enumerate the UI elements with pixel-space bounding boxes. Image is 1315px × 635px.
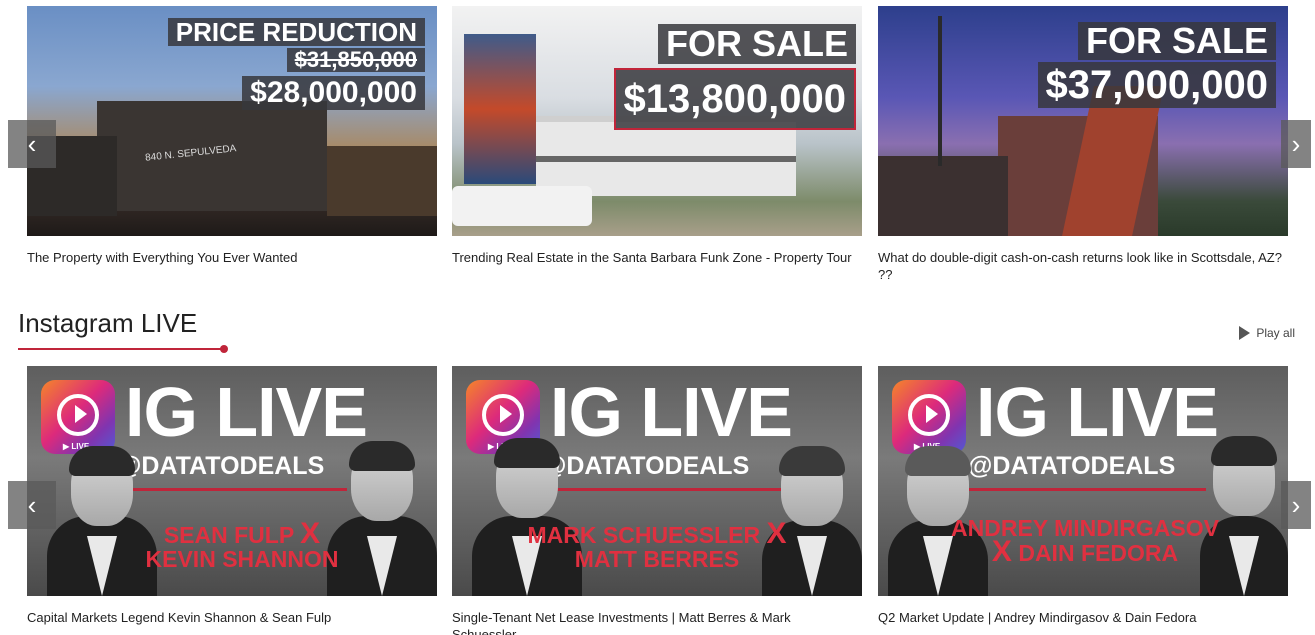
building-shape bbox=[327, 146, 437, 216]
video-title[interactable]: What do double-digit cash-on-cash return… bbox=[878, 249, 1288, 283]
video-title[interactable]: Trending Real Estate in the Santa Barbar… bbox=[452, 249, 862, 266]
instagram-live-icon: ▶ LIVE bbox=[41, 380, 115, 454]
old-price: $31,850,000 bbox=[286, 48, 425, 72]
section-heading: Instagram LIVE bbox=[18, 308, 198, 338]
truck-shape bbox=[452, 186, 592, 226]
section-underline-dot bbox=[220, 345, 228, 353]
balcony-rail bbox=[536, 156, 796, 162]
ig-live-title: IG LIVE bbox=[976, 373, 1219, 451]
palm-trunk bbox=[938, 16, 942, 166]
video-title[interactable]: Q2 Market Update | Andrey Mindirgasov & … bbox=[878, 609, 1288, 626]
mural-tower bbox=[464, 34, 536, 184]
guest-photo bbox=[472, 438, 582, 596]
section-underline bbox=[18, 348, 224, 350]
video-thumbnail[interactable]: ▶ LIVE IG LIVE @DATATODEALS SEAN FULP X … bbox=[27, 366, 437, 596]
video-title[interactable]: Single-Tenant Net Lease Investments | Ma… bbox=[452, 609, 862, 635]
ig-live-title: IG LIVE bbox=[550, 373, 793, 451]
instagram-live-icon: ▶ LIVE bbox=[892, 380, 966, 454]
video-card[interactable]: FOR SALE $37,000,000 What do double-digi… bbox=[878, 6, 1288, 283]
video-thumbnail[interactable]: FOR SALE $37,000,000 bbox=[878, 6, 1288, 236]
video-card[interactable]: FOR SALE $13,800,000 Trending Real Estat… bbox=[452, 6, 862, 266]
play-all-label: Play all bbox=[1256, 326, 1295, 340]
play-all-link[interactable]: Play all bbox=[1239, 326, 1295, 340]
video-card[interactable]: 840 N. SEPULVEDA PRICE REDUCTION $31,850… bbox=[27, 6, 437, 266]
guest-names: ANDREY MINDIRGASOV X DAIN FEDORA bbox=[951, 515, 1219, 568]
carousel-prev-button[interactable]: ‹ bbox=[8, 481, 56, 529]
carousel-next-button[interactable]: › bbox=[1281, 481, 1311, 529]
building-shape bbox=[878, 156, 1008, 236]
video-thumbnail[interactable]: FOR SALE $13,800,000 bbox=[452, 6, 862, 236]
sale-price: $37,000,000 bbox=[1037, 62, 1276, 108]
guest-photo bbox=[47, 446, 157, 596]
sale-price: $13,800,000 bbox=[613, 68, 856, 130]
guest-photo bbox=[327, 441, 437, 596]
carousel-next-button[interactable]: › bbox=[1281, 120, 1311, 168]
video-thumbnail[interactable]: ▶ LIVE IG LIVE @DATATODEALS ANDREY MINDI… bbox=[878, 366, 1288, 596]
guest-names: SEAN FULP X KEVIN SHANNON bbox=[145, 517, 339, 572]
for-sale-badge: FOR SALE bbox=[657, 24, 856, 64]
current-price: $28,000,000 bbox=[242, 76, 425, 110]
video-thumbnail[interactable]: ▶ LIVE IG LIVE @DATATODEALS MARK SCHUESS… bbox=[452, 366, 862, 596]
video-title[interactable]: Capital Markets Legend Kevin Shannon & S… bbox=[27, 609, 437, 626]
video-thumbnail[interactable]: 840 N. SEPULVEDA PRICE REDUCTION $31,850… bbox=[27, 6, 437, 236]
property-carousel: 840 N. SEPULVEDA PRICE REDUCTION $31,850… bbox=[0, 0, 1315, 290]
guest-names: MARK SCHUESSLER X MATT BERRES bbox=[527, 517, 787, 572]
video-card[interactable]: ▶ LIVE IG LIVE @DATATODEALS ANDREY MINDI… bbox=[878, 366, 1288, 626]
carousel-prev-button[interactable]: ‹ bbox=[8, 120, 56, 168]
instagram-live-section: Instagram LIVE Play all ▶ LIVE IG LIVE @… bbox=[0, 300, 1315, 635]
play-icon bbox=[1239, 326, 1251, 340]
video-card[interactable]: ▶ LIVE IG LIVE @DATATODEALS MARK SCHUESS… bbox=[452, 366, 862, 635]
handle-underline bbox=[968, 488, 1206, 491]
ig-handle: @DATATODEALS bbox=[968, 452, 1176, 480]
video-title[interactable]: The Property with Everything You Ever Wa… bbox=[27, 249, 437, 266]
for-sale-badge: FOR SALE bbox=[1077, 22, 1276, 60]
video-card[interactable]: ▶ LIVE IG LIVE @DATATODEALS SEAN FULP X … bbox=[27, 366, 437, 626]
ig-live-title: IG LIVE bbox=[125, 373, 368, 451]
price-reduction-badge: PRICE REDUCTION bbox=[167, 18, 425, 46]
